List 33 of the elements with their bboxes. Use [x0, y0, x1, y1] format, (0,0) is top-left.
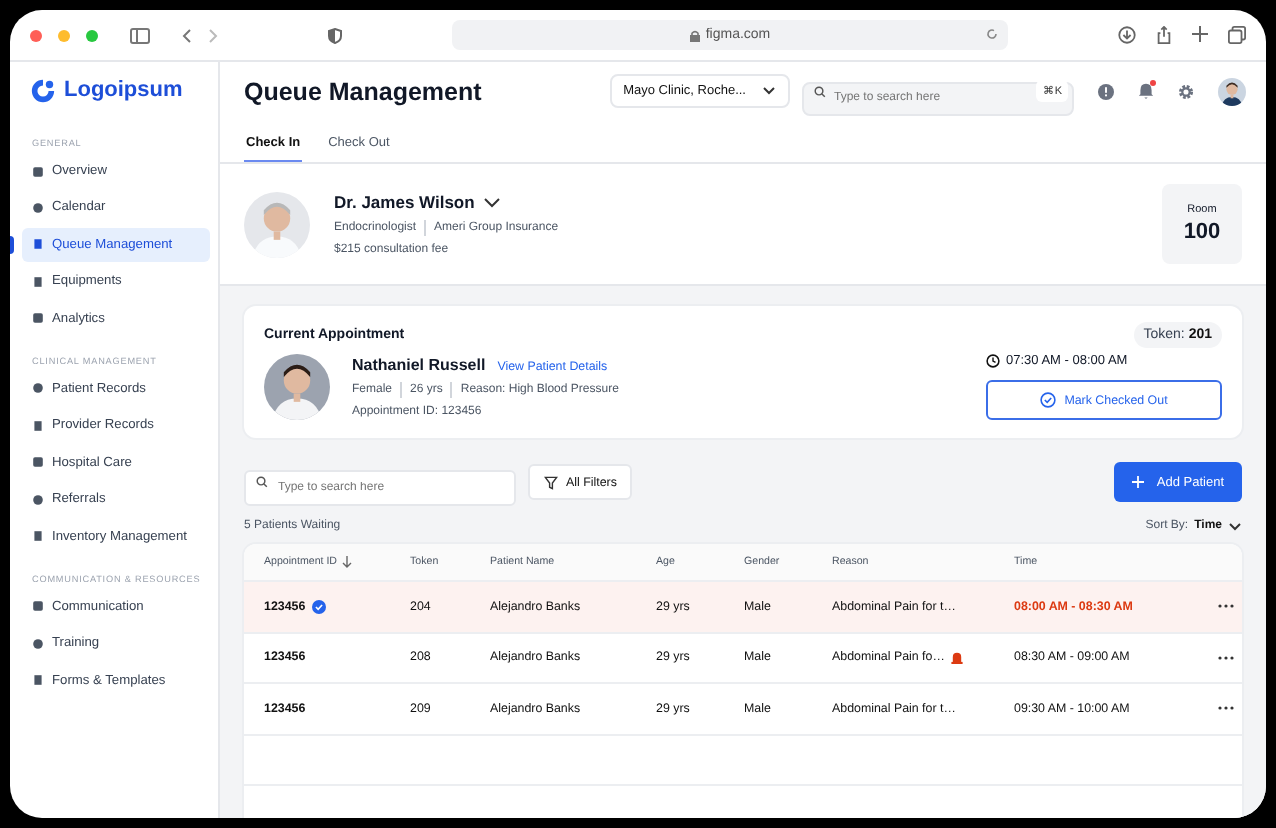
- reload-icon[interactable]: [986, 28, 998, 40]
- chevron-down-icon[interactable]: [484, 197, 501, 207]
- share-icon[interactable]: [1156, 26, 1172, 44]
- shield-icon[interactable]: [328, 27, 342, 43]
- lock-icon: [689, 29, 700, 41]
- plus-icon: [1132, 476, 1145, 488]
- patient-name: Nathaniel Russell: [352, 356, 486, 374]
- new-tab-icon[interactable]: [1192, 26, 1208, 42]
- chevron-down-icon: [762, 86, 776, 96]
- download-icon[interactable]: [1118, 26, 1136, 44]
- info-icon[interactable]: [1098, 83, 1114, 99]
- sort-arrow-icon: [341, 556, 352, 568]
- more-options-icon[interactable]: [1218, 604, 1234, 609]
- more-options-icon[interactable]: [1218, 655, 1234, 660]
- active-indicator: [10, 235, 14, 254]
- logo-icon: [30, 77, 56, 103]
- search-icon: [814, 85, 826, 97]
- clock-icon: [986, 354, 1000, 368]
- check-circle-icon: [1040, 392, 1057, 408]
- back-icon[interactable]: [182, 27, 192, 43]
- funnel-icon: [544, 475, 558, 489]
- page-title: Queue Management: [244, 77, 482, 105]
- notification-bell-icon[interactable]: [1138, 82, 1154, 100]
- chevron-down-icon: [1228, 521, 1242, 531]
- room-number: 100: [1183, 220, 1221, 244]
- tabs-overview-icon[interactable]: [1228, 26, 1246, 44]
- settings-icon[interactable]: [1178, 83, 1194, 99]
- close-window-button[interactable]: [30, 29, 42, 41]
- more-options-icon[interactable]: [1218, 706, 1234, 711]
- sidebar-toggle-icon[interactable]: [130, 27, 150, 43]
- logo-text: Logoipsum: [64, 78, 183, 102]
- search-icon: [256, 476, 268, 488]
- doctor-name: Dr. James Wilson: [334, 192, 475, 212]
